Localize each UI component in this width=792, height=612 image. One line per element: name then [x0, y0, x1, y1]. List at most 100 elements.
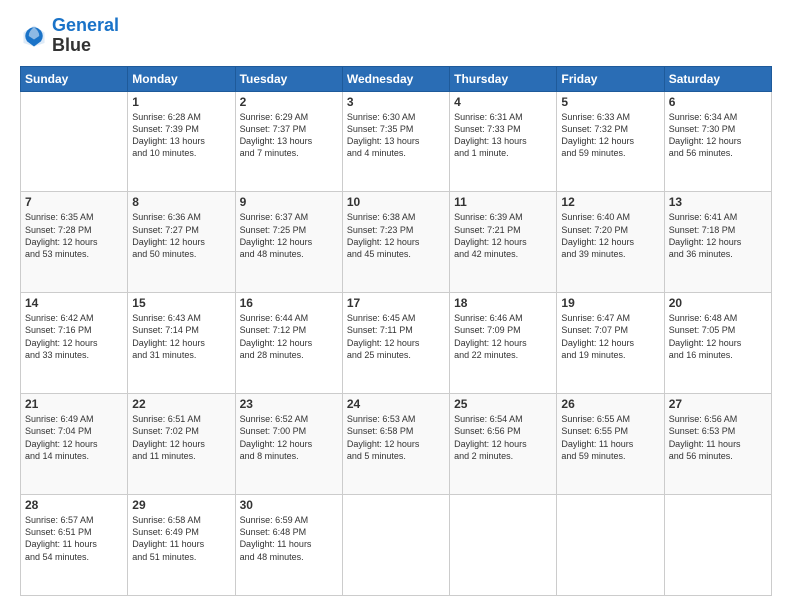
cell-text: Sunrise: 6:48 AM Sunset: 7:05 PM Dayligh…: [669, 312, 767, 361]
cell-text: Sunrise: 6:39 AM Sunset: 7:21 PM Dayligh…: [454, 211, 552, 260]
cell-text: Sunrise: 6:51 AM Sunset: 7:02 PM Dayligh…: [132, 413, 230, 462]
day-number: 30: [240, 498, 338, 512]
cell-text: Sunrise: 6:53 AM Sunset: 6:58 PM Dayligh…: [347, 413, 445, 462]
day-number: 24: [347, 397, 445, 411]
day-number: 26: [561, 397, 659, 411]
cell-text: Sunrise: 6:56 AM Sunset: 6:53 PM Dayligh…: [669, 413, 767, 462]
cell-text: Sunrise: 6:59 AM Sunset: 6:48 PM Dayligh…: [240, 514, 338, 563]
day-number: 18: [454, 296, 552, 310]
cell-text: Sunrise: 6:55 AM Sunset: 6:55 PM Dayligh…: [561, 413, 659, 462]
calendar-cell: [21, 91, 128, 192]
cell-text: Sunrise: 6:34 AM Sunset: 7:30 PM Dayligh…: [669, 111, 767, 160]
cell-text: Sunrise: 6:42 AM Sunset: 7:16 PM Dayligh…: [25, 312, 123, 361]
day-number: 7: [25, 195, 123, 209]
cell-text: Sunrise: 6:36 AM Sunset: 7:27 PM Dayligh…: [132, 211, 230, 260]
calendar-week-row: 14 Sunrise: 6:42 AM Sunset: 7:16 PM Dayli…: [21, 293, 772, 394]
calendar-cell: 27 Sunrise: 6:56 AM Sunset: 6:53 PM Dayli…: [664, 394, 771, 495]
cell-text: Sunrise: 6:33 AM Sunset: 7:32 PM Dayligh…: [561, 111, 659, 160]
day-number: 21: [25, 397, 123, 411]
calendar-cell: 23 Sunrise: 6:52 AM Sunset: 7:00 PM Dayli…: [235, 394, 342, 495]
day-number: 20: [669, 296, 767, 310]
day-number: 6: [669, 95, 767, 109]
day-number: 9: [240, 195, 338, 209]
logo: General Blue: [20, 16, 119, 56]
cell-text: Sunrise: 6:38 AM Sunset: 7:23 PM Dayligh…: [347, 211, 445, 260]
calendar-cell: 12Sunrise: 6:40 AM Sunset: 7:20 PM Dayli…: [557, 192, 664, 293]
calendar-cell: 19 Sunrise: 6:47 AM Sunset: 7:07 PM Dayli…: [557, 293, 664, 394]
col-header-monday: Monday: [128, 66, 235, 91]
calendar-cell: 8 Sunrise: 6:36 AM Sunset: 7:27 PM Daylig…: [128, 192, 235, 293]
cell-text: Sunrise: 6:46 AM Sunset: 7:09 PM Dayligh…: [454, 312, 552, 361]
day-number: 25: [454, 397, 552, 411]
calendar-cell: [450, 495, 557, 596]
calendar-week-row: 1 Sunrise: 6:28 AM Sunset: 7:39 PM Daylig…: [21, 91, 772, 192]
cell-text: Sunrise: 6:30 AM Sunset: 7:35 PM Dayligh…: [347, 111, 445, 160]
calendar-cell: [557, 495, 664, 596]
calendar-cell: 28 Sunrise: 6:57 AM Sunset: 6:51 PM Dayli…: [21, 495, 128, 596]
day-number: 29: [132, 498, 230, 512]
cell-text: Sunrise: 6:52 AM Sunset: 7:00 PM Dayligh…: [240, 413, 338, 462]
day-number: 4: [454, 95, 552, 109]
col-header-friday: Friday: [557, 66, 664, 91]
cell-text: Sunrise: 6:41 AM Sunset: 7:18 PM Dayligh…: [669, 211, 767, 260]
day-number: 23: [240, 397, 338, 411]
day-number: 3: [347, 95, 445, 109]
calendar-cell: 4 Sunrise: 6:31 AM Sunset: 7:33 PM Daylig…: [450, 91, 557, 192]
calendar-cell: 3 Sunrise: 6:30 AM Sunset: 7:35 PM Daylig…: [342, 91, 449, 192]
calendar-cell: 9 Sunrise: 6:37 AM Sunset: 7:25 PM Daylig…: [235, 192, 342, 293]
calendar-cell: 29 Sunrise: 6:58 AM Sunset: 6:49 PM Dayli…: [128, 495, 235, 596]
day-number: 10: [347, 195, 445, 209]
day-number: 16: [240, 296, 338, 310]
col-header-saturday: Saturday: [664, 66, 771, 91]
day-number: 14: [25, 296, 123, 310]
day-number: 28: [25, 498, 123, 512]
cell-text: Sunrise: 6:29 AM Sunset: 7:37 PM Dayligh…: [240, 111, 338, 160]
calendar-cell: 21 Sunrise: 6:49 AM Sunset: 7:04 PM Dayli…: [21, 394, 128, 495]
calendar-cell: 26 Sunrise: 6:55 AM Sunset: 6:55 PM Dayli…: [557, 394, 664, 495]
col-header-tuesday: Tuesday: [235, 66, 342, 91]
logo-icon: [20, 22, 48, 50]
cell-text: Sunrise: 6:44 AM Sunset: 7:12 PM Dayligh…: [240, 312, 338, 361]
header: General Blue: [20, 16, 772, 56]
day-number: 11: [454, 195, 552, 209]
calendar-cell: 6 Sunrise: 6:34 AM Sunset: 7:30 PM Daylig…: [664, 91, 771, 192]
cell-text: Sunrise: 6:58 AM Sunset: 6:49 PM Dayligh…: [132, 514, 230, 563]
calendar-cell: 24 Sunrise: 6:53 AM Sunset: 6:58 PM Dayli…: [342, 394, 449, 495]
calendar-cell: 20 Sunrise: 6:48 AM Sunset: 7:05 PM Dayli…: [664, 293, 771, 394]
cell-text: Sunrise: 6:45 AM Sunset: 7:11 PM Dayligh…: [347, 312, 445, 361]
calendar-cell: 13 Sunrise: 6:41 AM Sunset: 7:18 PM Dayli…: [664, 192, 771, 293]
calendar-cell: 30 Sunrise: 6:59 AM Sunset: 6:48 PM Dayli…: [235, 495, 342, 596]
cell-text: Sunrise: 6:54 AM Sunset: 6:56 PM Dayligh…: [454, 413, 552, 462]
calendar-week-row: 28 Sunrise: 6:57 AM Sunset: 6:51 PM Dayli…: [21, 495, 772, 596]
cell-text: Sunrise: 6:37 AM Sunset: 7:25 PM Dayligh…: [240, 211, 338, 260]
calendar-cell: 11 Sunrise: 6:39 AM Sunset: 7:21 PM Dayli…: [450, 192, 557, 293]
col-header-wednesday: Wednesday: [342, 66, 449, 91]
logo-text: General Blue: [52, 16, 119, 56]
day-number: 27: [669, 397, 767, 411]
calendar-cell: 10 Sunrise: 6:38 AM Sunset: 7:23 PM Dayli…: [342, 192, 449, 293]
calendar-cell: [342, 495, 449, 596]
calendar-cell: 14 Sunrise: 6:42 AM Sunset: 7:16 PM Dayli…: [21, 293, 128, 394]
day-number: 1: [132, 95, 230, 109]
calendar-cell: 25 Sunrise: 6:54 AM Sunset: 6:56 PM Dayli…: [450, 394, 557, 495]
cell-text: Sunrise: 6:31 AM Sunset: 7:33 PM Dayligh…: [454, 111, 552, 160]
calendar-header-row: SundayMondayTuesdayWednesdayThursdayFrid…: [21, 66, 772, 91]
cell-text: Sunrise: 6:57 AM Sunset: 6:51 PM Dayligh…: [25, 514, 123, 563]
day-number: 13: [669, 195, 767, 209]
calendar-cell: 1 Sunrise: 6:28 AM Sunset: 7:39 PM Daylig…: [128, 91, 235, 192]
cell-text: Sunrise: 6:47 AM Sunset: 7:07 PM Dayligh…: [561, 312, 659, 361]
cell-text: Sunrise: 6:43 AM Sunset: 7:14 PM Dayligh…: [132, 312, 230, 361]
day-number: 19: [561, 296, 659, 310]
cell-text: Sunrise: 6:40 AM Sunset: 7:20 PM Dayligh…: [561, 211, 659, 260]
calendar-cell: 5Sunrise: 6:33 AM Sunset: 7:32 PM Daylig…: [557, 91, 664, 192]
page: General Blue SundayMondayTuesdayWednesda…: [0, 0, 792, 612]
calendar-week-row: 21 Sunrise: 6:49 AM Sunset: 7:04 PM Dayli…: [21, 394, 772, 495]
calendar-cell: 2 Sunrise: 6:29 AM Sunset: 7:37 PM Daylig…: [235, 91, 342, 192]
day-number: 8: [132, 195, 230, 209]
cell-text: Sunrise: 6:35 AM Sunset: 7:28 PM Dayligh…: [25, 211, 123, 260]
cell-text: Sunrise: 6:49 AM Sunset: 7:04 PM Dayligh…: [25, 413, 123, 462]
day-number: 2: [240, 95, 338, 109]
cell-text: Sunrise: 6:28 AM Sunset: 7:39 PM Dayligh…: [132, 111, 230, 160]
day-number: 22: [132, 397, 230, 411]
col-header-thursday: Thursday: [450, 66, 557, 91]
